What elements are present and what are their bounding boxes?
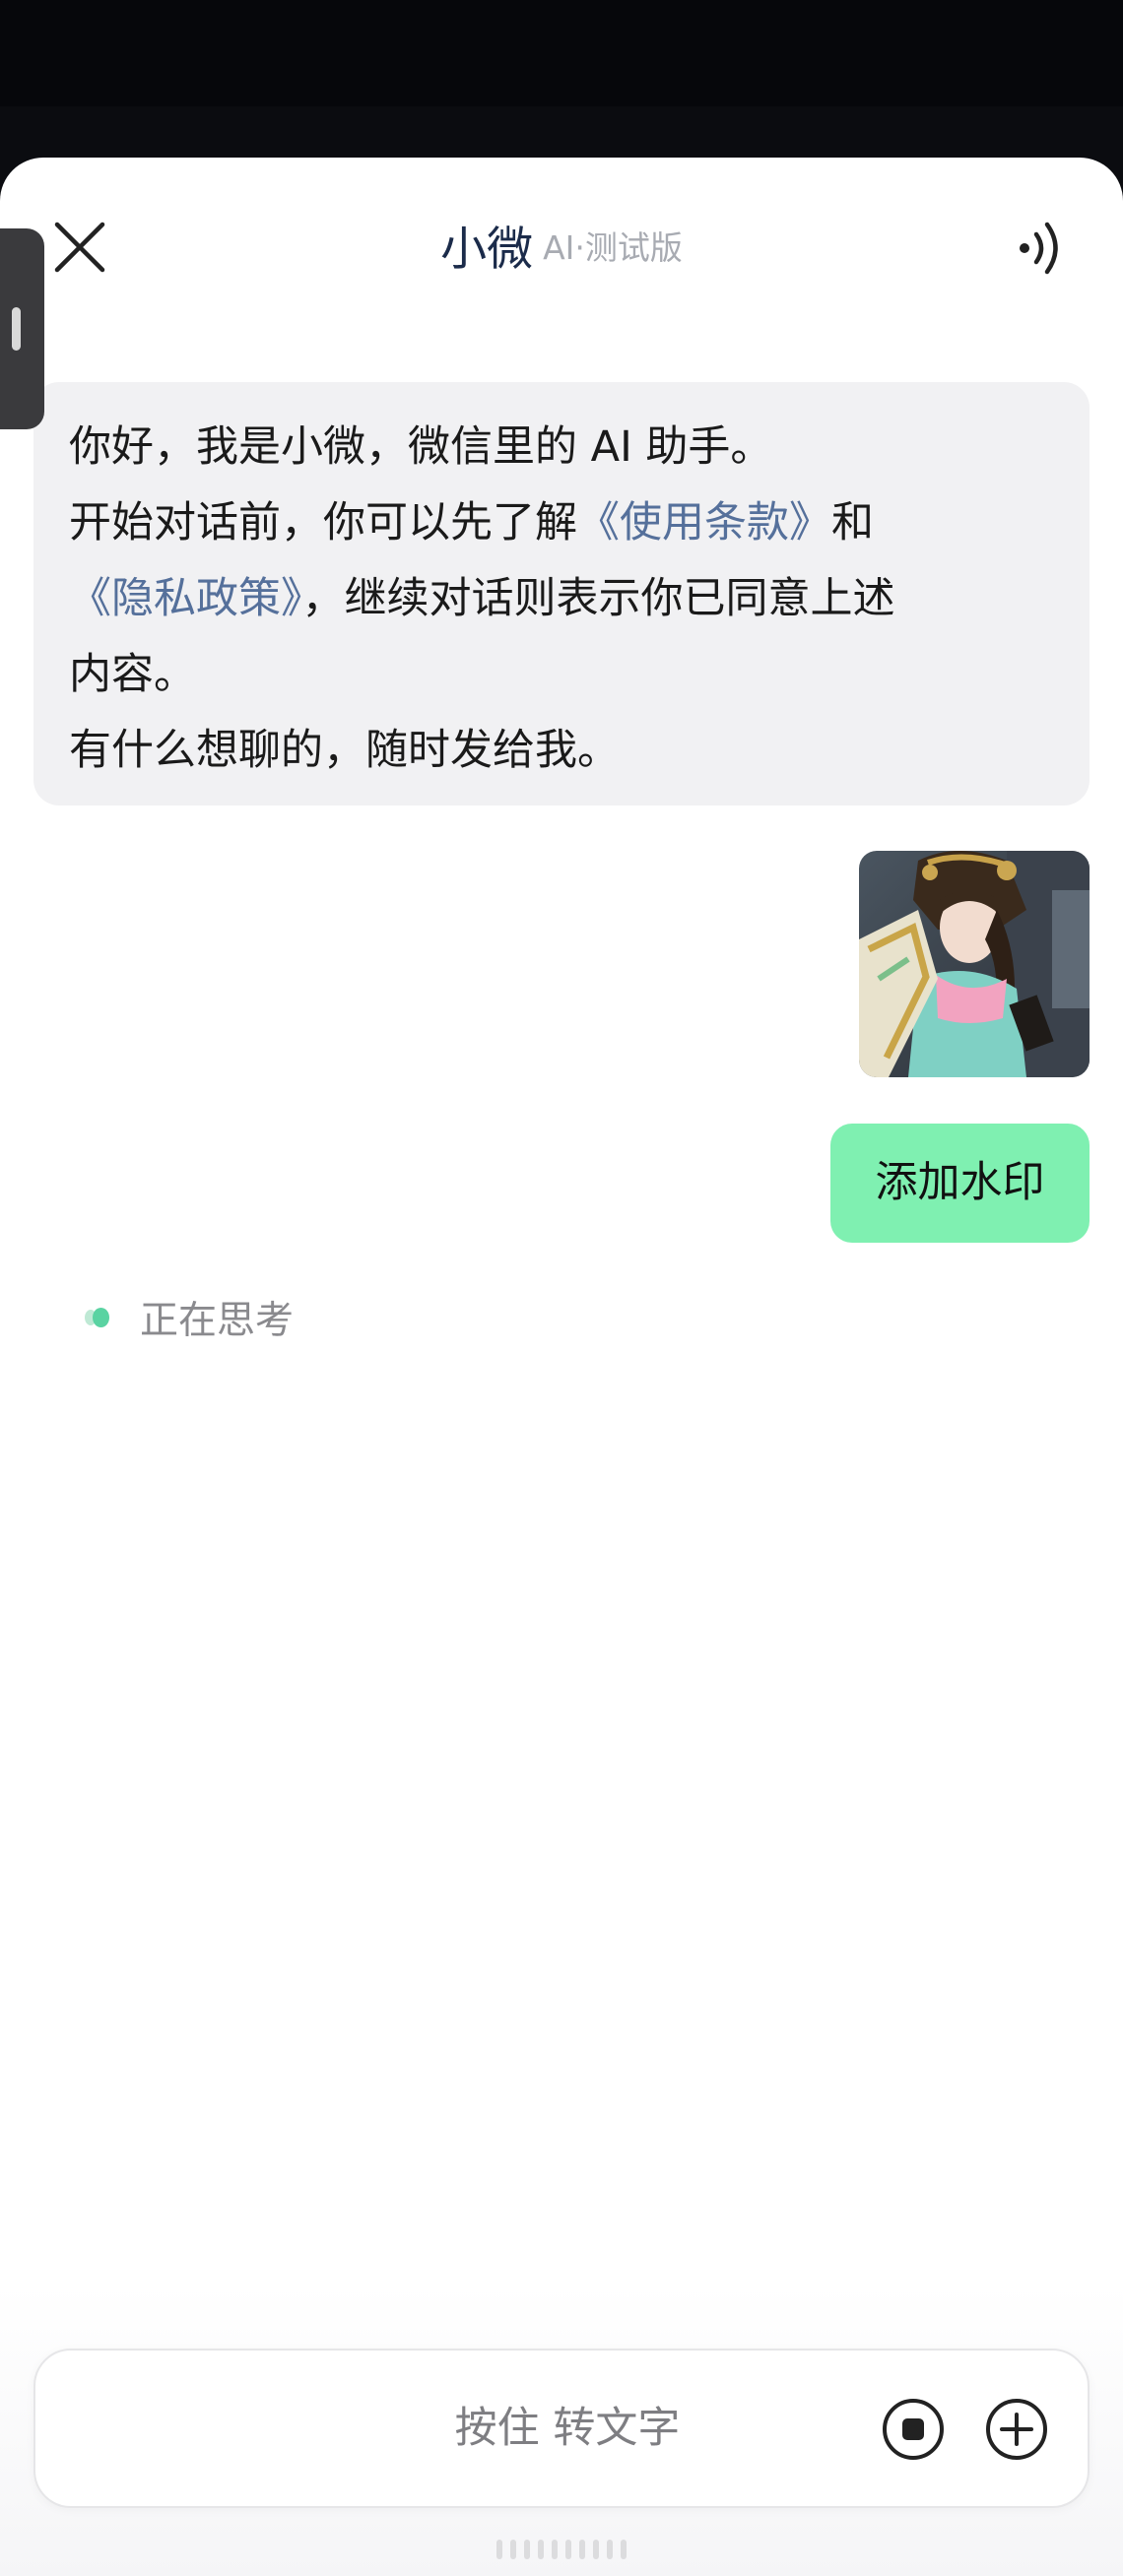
user-image-message[interactable] <box>859 851 1090 1077</box>
plus-circle-icon <box>986 2399 1047 2460</box>
input-bar: 按住 转文字 <box>33 2349 1090 2508</box>
page-title: 小微 <box>440 223 534 277</box>
speaker-icon <box>1020 222 1058 275</box>
bot-message-line: 有什么想聊的，随时发给我。 <box>69 726 620 775</box>
terms-of-use-link[interactable]: 《使用条款》 <box>577 498 831 547</box>
home-indicator <box>496 2539 627 2560</box>
status-bar <box>0 0 1123 106</box>
version-badge: AI·测试版 <box>543 227 683 267</box>
bot-message-line: 开始对话前，你可以先了解《使用条款》和 <box>69 485 1054 561</box>
voice-playback-button[interactable] <box>1015 217 1070 280</box>
thinking-indicator: 正在思考 <box>81 1292 294 1343</box>
handle-grip-icon <box>12 307 21 351</box>
photo-thumbnail-icon <box>859 851 1090 1077</box>
add-button[interactable] <box>984 2397 1049 2462</box>
chat-header: 小微 AI·测试版 <box>0 211 1123 279</box>
bot-message-line: 《隐私政策》，继续对话则表示你已同意上述 <box>69 561 1054 637</box>
bot-message-text: 和 <box>831 498 874 547</box>
bot-message-bubble: 你好，我是小微，微信里的 AI 助手。 开始对话前，你可以先了解《使用条款》和 … <box>33 382 1090 805</box>
hold-to-talk-button[interactable]: 按住 转文字 <box>429 2351 705 2506</box>
stop-icon <box>883 2399 944 2460</box>
bot-message-text: 开始对话前，你可以先了解 <box>69 498 577 547</box>
bot-message-line: 内容。 <box>69 650 196 699</box>
stop-button[interactable] <box>881 2397 946 2462</box>
privacy-policy-link[interactable]: 《隐私政策》 <box>69 574 302 623</box>
thinking-dots-icon <box>81 1306 120 1329</box>
user-message-bubble: 添加水印 <box>830 1124 1090 1243</box>
bot-message-line: 你好，我是小微，微信里的 AI 助手。 <box>69 422 773 472</box>
thinking-label: 正在思考 <box>140 1299 295 1343</box>
bot-message-text: ，继续对话则表示你已同意上述 <box>301 574 895 623</box>
